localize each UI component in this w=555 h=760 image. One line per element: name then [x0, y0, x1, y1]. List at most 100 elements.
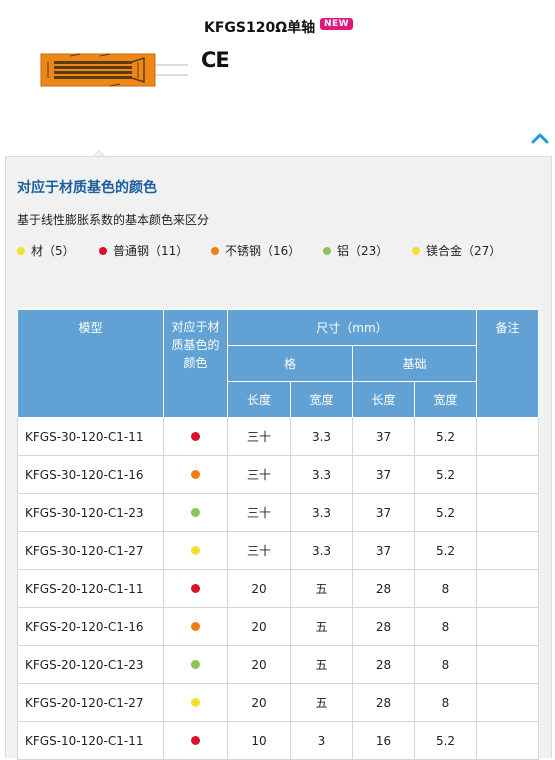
ce-mark: CE	[201, 48, 230, 72]
color-dot-icon	[191, 431, 200, 441]
color-cell	[163, 417, 228, 456]
base-length-cell: 28	[352, 569, 415, 608]
grid-length-cell: 三十	[227, 417, 291, 456]
base-length-cell: 37	[352, 455, 415, 494]
chevron-up-icon[interactable]	[530, 131, 550, 145]
grid-width-cell: 五	[290, 569, 353, 608]
table-row: KFGS-30-120-C1-23 三十 3.3 37 5.2	[17, 493, 539, 532]
base-length-cell: 37	[352, 493, 415, 532]
product-title: KFGS120Ω单轴	[204, 20, 316, 36]
grid-width-cell: 五	[290, 607, 353, 646]
grid-length-cell: 三十	[227, 455, 291, 494]
legend-item: 材（5）	[17, 242, 75, 259]
color-dot-icon	[191, 735, 200, 745]
color-cell	[163, 645, 228, 684]
base-length-cell: 28	[352, 683, 415, 722]
grid-width-cell: 五	[290, 645, 353, 684]
grid-length-cell: 20	[227, 645, 291, 684]
color-dot-icon	[99, 246, 107, 255]
legend-item: 普通钢（11）	[99, 242, 188, 259]
header-base: 基础	[352, 345, 477, 382]
new-badge: NEW	[320, 18, 354, 30]
model-cell: KFGS-20-120-C1-27	[17, 683, 164, 722]
grid-width-cell: 五	[290, 683, 353, 722]
table-row: KFGS-20-120-C1-27 20 五 28 8	[17, 683, 539, 722]
header-base-length: 长度	[352, 381, 415, 418]
remarks-cell	[476, 493, 539, 532]
grid-length-cell: 20	[227, 569, 291, 608]
header-color: 对应于材质基色的颜色	[163, 309, 228, 418]
table-row: KFGS-30-120-C1-16 三十 3.3 37 5.2	[17, 455, 539, 494]
legend-item: 不锈钢（16）	[211, 242, 300, 259]
model-cell: KFGS-30-120-C1-23	[17, 493, 164, 532]
table-row: KFGS-30-120-C1-11 三十 3.3 37 5.2	[17, 417, 539, 456]
model-cell: KFGS-30-120-C1-27	[17, 531, 164, 570]
grid-length-cell: 10	[227, 721, 291, 760]
grid-width-cell: 3.3	[290, 417, 353, 456]
grid-width-cell: 3.3	[290, 493, 353, 532]
header-base-width: 宽度	[414, 381, 477, 418]
grid-length-cell: 20	[227, 607, 291, 646]
color-dot-icon	[191, 621, 200, 631]
grid-width-cell: 3	[290, 721, 353, 760]
base-width-cell: 5.2	[414, 721, 477, 760]
table-row: KFGS-20-120-C1-23 20 五 28 8	[17, 645, 539, 684]
model-cell: KFGS-30-120-C1-16	[17, 455, 164, 494]
strain-gauge-image	[40, 53, 188, 87]
remarks-cell	[476, 721, 539, 760]
base-length-cell: 37	[352, 417, 415, 456]
color-dot-icon	[211, 246, 219, 255]
color-cell	[163, 569, 228, 608]
table-row: KFGS-20-120-C1-16 20 五 28 8	[17, 607, 539, 646]
table-row: KFGS-30-120-C1-27 三十 3.3 37 5.2	[17, 531, 539, 570]
model-cell: KFGS-30-120-C1-11	[17, 417, 164, 456]
base-length-cell: 28	[352, 645, 415, 684]
color-cell	[163, 531, 228, 570]
color-dot-icon	[191, 697, 200, 707]
product-header: KFGS120Ω单轴 NEW CE	[0, 0, 555, 155]
remarks-cell	[476, 607, 539, 646]
color-cell	[163, 721, 228, 760]
remarks-cell	[476, 417, 539, 456]
remarks-cell	[476, 645, 539, 684]
model-cell: KFGS-20-120-C1-11	[17, 569, 164, 608]
base-width-cell: 5.2	[414, 493, 477, 532]
table-row: KFGS-20-120-C1-11 20 五 28 8	[17, 569, 539, 608]
header-remarks: 备注	[476, 309, 539, 418]
model-cell: KFGS-10-120-C1-11	[17, 721, 164, 760]
base-width-cell: 8	[414, 569, 477, 608]
color-dot-icon	[191, 507, 200, 517]
color-dot-icon	[191, 583, 200, 593]
grid-width-cell: 3.3	[290, 531, 353, 570]
base-width-cell: 5.2	[414, 417, 477, 456]
legend-item: 铝（23）	[323, 242, 388, 259]
grid-length-cell: 20	[227, 683, 291, 722]
header-model: 模型	[17, 309, 164, 418]
remarks-cell	[476, 569, 539, 608]
table-row: KFGS-10-120-C1-11 10 3 16 5.2	[17, 721, 539, 760]
section-description: 基于线性膨胀系数的基本颜色来区分	[17, 213, 210, 227]
base-width-cell: 8	[414, 607, 477, 646]
color-cell	[163, 683, 228, 722]
header-grid-width: 宽度	[290, 381, 353, 418]
header-grid: 格	[227, 345, 353, 382]
section-title: 对应于材质基色的颜色	[17, 180, 157, 196]
header-size: 尺寸（mm）	[227, 309, 477, 346]
color-dot-icon	[412, 246, 420, 255]
spec-table: 模型 对应于材质基色的颜色 尺寸（mm） 备注 格 基础 长度 宽度 长度 宽度…	[17, 309, 539, 760]
color-info-panel: 对应于材质基色的颜色 基于线性膨胀系数的基本颜色来区分 材（5） 普通钢（11）…	[5, 156, 552, 760]
base-length-cell: 16	[352, 721, 415, 760]
grid-length-cell: 三十	[227, 531, 291, 570]
legend-item: 镁合金（27）	[412, 242, 501, 259]
color-dot-icon	[191, 469, 200, 479]
base-width-cell: 5.2	[414, 455, 477, 494]
color-cell	[163, 455, 228, 494]
color-dot-icon	[191, 545, 200, 555]
base-length-cell: 28	[352, 607, 415, 646]
remarks-cell	[476, 683, 539, 722]
base-length-cell: 37	[352, 531, 415, 570]
grid-length-cell: 三十	[227, 493, 291, 532]
color-cell	[163, 493, 228, 532]
remarks-cell	[476, 455, 539, 494]
model-cell: KFGS-20-120-C1-23	[17, 645, 164, 684]
